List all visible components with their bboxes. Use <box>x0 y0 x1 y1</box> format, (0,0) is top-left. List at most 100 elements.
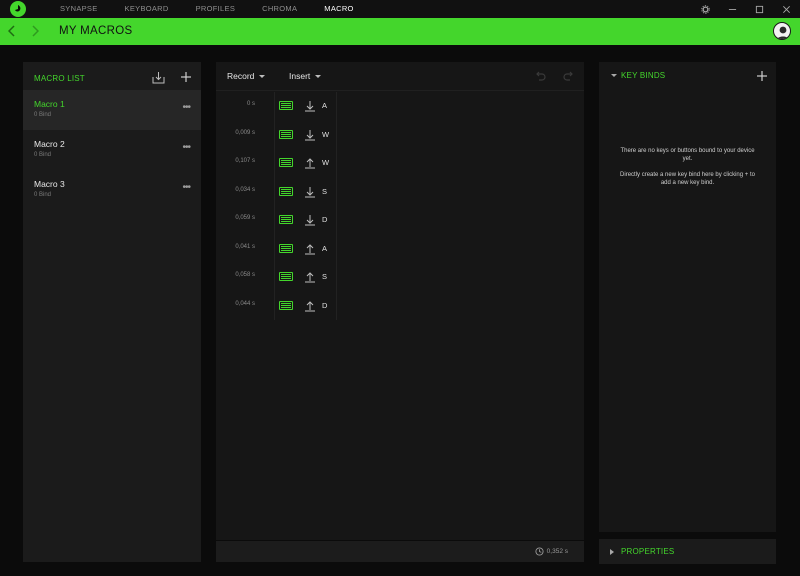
column-divider <box>336 291 337 320</box>
column-divider <box>336 120 337 149</box>
tab-chroma[interactable]: CHROMA <box>262 0 297 18</box>
column-divider <box>336 263 337 292</box>
key-down-icon <box>304 128 316 140</box>
column-divider <box>274 206 275 235</box>
gear-icon[interactable] <box>692 0 719 18</box>
tab-profiles[interactable]: PROFILES <box>196 0 236 18</box>
macro-event-list: 0 s A 0,009 s W 0,107 s W 0,034 s S 0,059 s D 0,04… <box>216 92 584 320</box>
keyboard-icon <box>279 186 293 196</box>
insert-dropdown[interactable]: Insert <box>289 71 322 81</box>
list-item-macro-3[interactable]: Macro 3 0 Bind ••• <box>23 170 201 210</box>
expand-icon[interactable] <box>610 549 614 555</box>
macro-bind-count: 0 Bind <box>34 112 52 118</box>
column-divider <box>274 177 275 206</box>
list-item-macro-1[interactable]: Macro 1 0 Bind ••• <box>23 90 201 130</box>
macro-name: Macro 3 <box>34 179 65 189</box>
keyboard-icon <box>279 272 293 281</box>
empty-message-line-2: Directly create a new key bind here by c… <box>620 172 755 186</box>
page-title: MY MACROS <box>59 25 133 37</box>
empty-key-binds-message: There are no keys or buttons bound to yo… <box>599 147 776 195</box>
event-key: W <box>322 158 330 167</box>
event-delay[interactable]: 0,059 s <box>235 215 255 221</box>
macro-list-panel: MACRO LIST Macro 1 0 Bind ••• Macro 2 0 … <box>23 62 201 562</box>
column-divider <box>274 291 275 320</box>
column-divider <box>274 234 275 263</box>
column-divider <box>336 92 337 121</box>
close-icon[interactable] <box>773 0 800 18</box>
event-delay[interactable]: 0,058 s <box>235 272 255 278</box>
key-down-icon <box>304 213 316 226</box>
macro-name: Macro 1 <box>34 99 65 109</box>
key-binds-panel: KEY BINDS There are no keys or buttons b… <box>599 62 776 532</box>
chevron-down-icon <box>259 75 266 79</box>
more-options-icon[interactable]: ••• <box>182 142 190 153</box>
column-divider <box>274 149 275 178</box>
event-key: A <box>322 101 328 110</box>
minimize-icon[interactable] <box>719 0 746 18</box>
tab-macro[interactable]: MACRO <box>324 0 353 18</box>
key-binds-title: KEY BINDS <box>621 71 666 80</box>
macro-event-row[interactable]: 0 s A <box>216 92 584 121</box>
macro-list-header: MACRO LIST <box>23 62 201 90</box>
properties-title: PROPERTIES <box>621 547 675 556</box>
more-options-icon[interactable]: ••• <box>182 182 190 193</box>
total-duration-value: 0,352 s <box>546 548 568 555</box>
macro-event-row[interactable]: 0,107 s W <box>216 149 584 178</box>
event-key: W <box>322 129 330 139</box>
add-macro-button[interactable] <box>179 70 193 84</box>
page-header: MY MACROS <box>0 18 800 45</box>
add-key-bind-button[interactable] <box>755 69 769 83</box>
keyboard-icon <box>279 101 293 110</box>
properties-section[interactable]: PROPERTIES <box>599 539 776 564</box>
column-divider <box>274 120 275 149</box>
empty-message-line-1: There are no keys or buttons bound to yo… <box>620 148 755 162</box>
macro-name: Macro 2 <box>34 139 65 149</box>
event-delay[interactable]: 0,107 s <box>235 158 255 164</box>
key-up-icon <box>304 156 316 169</box>
macro-event-row[interactable]: 0,058 s S <box>216 263 584 292</box>
column-divider <box>336 149 337 178</box>
macro-event-row[interactable]: 0,041 s A <box>216 234 584 263</box>
undo-icon[interactable] <box>533 70 547 82</box>
import-icon[interactable] <box>151 70 165 84</box>
event-key: S <box>322 272 328 281</box>
column-divider <box>336 206 337 235</box>
macro-event-row[interactable]: 0,034 s S <box>216 177 584 206</box>
record-label: Record <box>227 71 255 81</box>
window-controls <box>692 0 800 18</box>
event-key: A <box>322 243 328 253</box>
tab-keyboard[interactable]: KEYBOARD <box>125 0 169 18</box>
event-delay[interactable]: 0 s <box>247 101 255 107</box>
insert-label: Insert <box>289 71 311 81</box>
keyboard-icon <box>279 300 293 310</box>
event-delay[interactable]: 0,009 s <box>235 130 255 136</box>
event-delay[interactable]: 0,041 s <box>235 244 255 250</box>
key-up-icon <box>304 270 316 283</box>
redo-icon[interactable] <box>562 70 576 82</box>
maximize-icon[interactable] <box>746 0 773 18</box>
back-arrow-icon[interactable] <box>5 24 19 38</box>
avatar[interactable] <box>773 22 791 40</box>
keyboard-icon <box>279 243 293 253</box>
more-options-icon[interactable]: ••• <box>182 102 190 113</box>
macro-editor-footer: 0,352 s <box>216 541 584 562</box>
event-key: S <box>322 186 328 196</box>
event-delay[interactable]: 0,044 s <box>235 301 255 307</box>
list-item-macro-2[interactable]: Macro 2 0 Bind ••• <box>23 130 201 170</box>
forward-arrow-icon[interactable] <box>28 24 42 38</box>
event-delay[interactable]: 0,034 s <box>235 187 255 193</box>
macro-event-row[interactable]: 0,009 s W <box>216 120 584 149</box>
key-up-icon <box>304 299 316 311</box>
record-dropdown[interactable]: Record <box>227 71 266 81</box>
column-divider <box>274 263 275 292</box>
tab-synapse[interactable]: SYNAPSE <box>60 0 98 18</box>
keyboard-icon <box>279 215 293 224</box>
column-divider <box>336 234 337 263</box>
key-up-icon <box>304 242 316 254</box>
macro-event-row[interactable]: 0,044 s D <box>216 291 584 320</box>
macro-bind-count: 0 Bind <box>34 152 52 158</box>
collapse-icon[interactable] <box>611 74 617 77</box>
keyboard-icon <box>279 129 293 139</box>
macro-event-row[interactable]: 0,059 s D <box>216 206 584 235</box>
razer-synapse-window: SYNAPSE KEYBOARD PROFILES CHROMA MACRO M… <box>0 0 800 576</box>
